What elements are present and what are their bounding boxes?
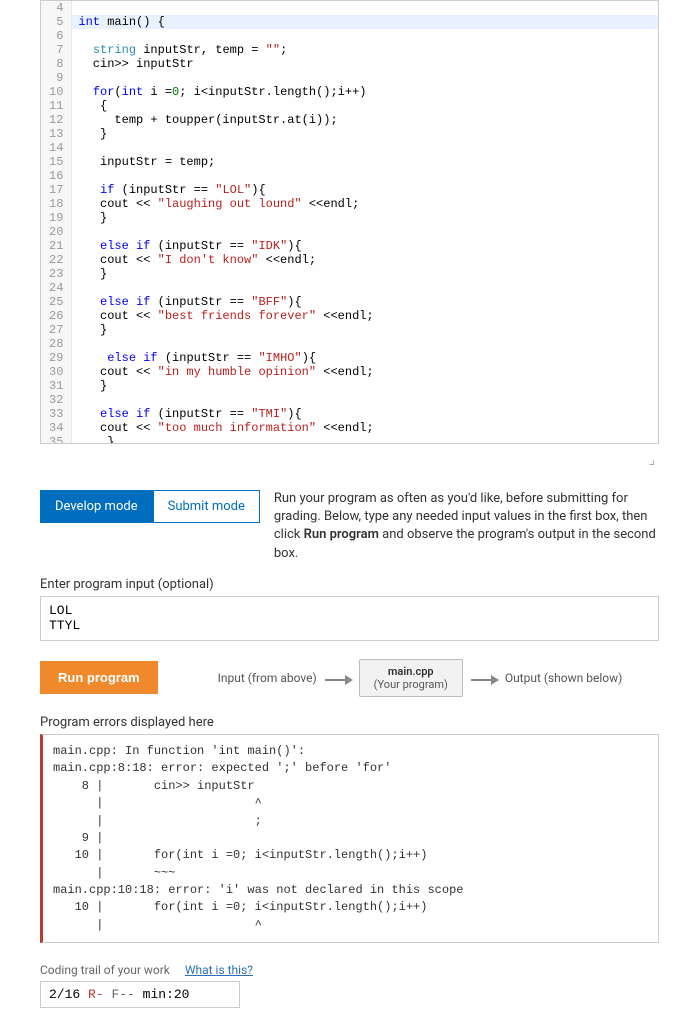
arrow-icon: [471, 674, 497, 681]
run-program-button[interactable]: Run program: [40, 661, 158, 694]
input-flow-label: Input (from above): [218, 671, 317, 685]
program-input[interactable]: LOL TTYL: [40, 596, 659, 641]
code-editor[interactable]: 4567891011121314151617181920212223242526…: [40, 0, 659, 444]
line-gutter: 4567891011121314151617181920212223242526…: [41, 1, 72, 443]
code-area[interactable]: int main() { string inputStr, temp = "";…: [72, 1, 658, 443]
trail-header: Coding trail of your work What is this?: [40, 963, 659, 977]
arrow-icon: [325, 674, 351, 681]
errors-label: Program errors displayed here: [40, 715, 659, 730]
errors-output: main.cpp: In function 'int main()': main…: [40, 734, 659, 943]
coding-trail: 2/16 R- F-- min:20: [40, 981, 240, 1008]
submit-mode-tab[interactable]: Submit mode: [153, 490, 260, 523]
develop-mode-tab[interactable]: Develop mode: [40, 490, 153, 523]
what-is-this-link[interactable]: What is this?: [185, 963, 253, 977]
resize-handle[interactable]: ⌟: [40, 450, 659, 470]
output-flow-label: Output (shown below): [505, 671, 623, 685]
instructions-text: Run your program as often as you'd like,…: [274, 490, 659, 563]
input-label: Enter program input (optional): [40, 577, 659, 592]
mode-tabs: Develop mode Submit mode: [40, 490, 260, 523]
program-box: main.cpp (Your program): [359, 659, 463, 697]
